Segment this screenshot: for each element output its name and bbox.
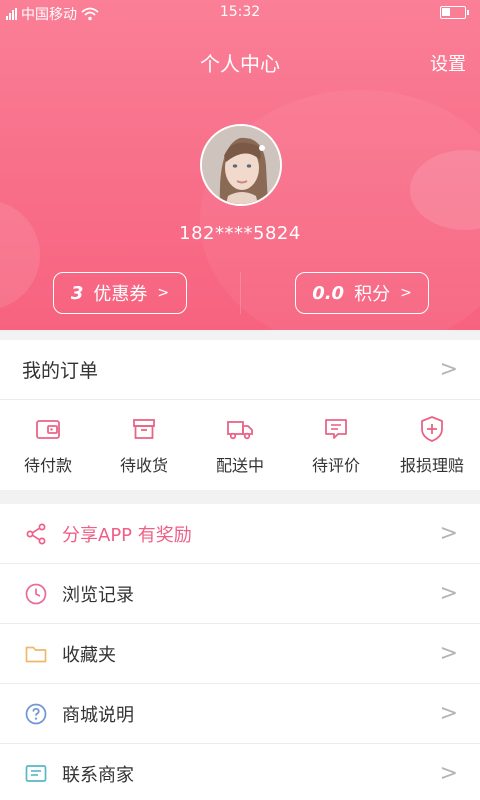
wallet-icon (36, 420, 60, 439)
my-orders-row[interactable]: 我的订单 > (0, 340, 480, 400)
chevron-right-icon: > (439, 521, 458, 546)
order-status-label: 待评价 (311, 456, 360, 475)
battery-icon (440, 6, 469, 19)
comment-icon (325, 419, 347, 439)
order-in-delivery[interactable]: 配送中 (192, 400, 288, 490)
profile-header: 中国移动 15:32 个人中心 设置 182****5824 3 优惠券 > 0… (0, 0, 480, 330)
status-time: 15:32 (219, 4, 261, 20)
avatar-image (202, 126, 280, 204)
order-status-label: 配送中 (215, 456, 264, 475)
chevron-right-icon: > (439, 357, 458, 382)
chevron-right-icon: > (439, 641, 458, 666)
menu-item-label: 商城说明 (62, 704, 134, 726)
divider (240, 272, 241, 314)
chevron-right-icon: > (439, 581, 458, 606)
menu-item-history[interactable]: 浏览记录 > (0, 564, 480, 624)
order-status-bar: 待付款 待收货 配送中 待评价 报损理赔 (0, 400, 480, 490)
menu-item-favorites[interactable]: 收藏夹 > (0, 624, 480, 684)
menu-item-label: 收藏夹 (62, 644, 116, 666)
avatar[interactable] (200, 124, 282, 206)
menu-item-label: 分享APP 有奖励 (62, 524, 192, 546)
menu-item-share[interactable]: 分享APP 有奖励 > (0, 504, 480, 564)
message-icon (25, 764, 47, 782)
chevron-right-icon: > (439, 701, 458, 726)
coupon-button[interactable]: 3 优惠券 > (53, 272, 187, 314)
chevron-right-icon: > (157, 285, 170, 301)
order-damage-claim[interactable]: 报损理赔 (384, 400, 480, 490)
shield-plus-icon (421, 416, 443, 442)
status-bar: 中国移动 15:32 (0, 0, 480, 26)
header-decoration (0, 200, 40, 310)
menu-item-label: 联系商家 (62, 764, 134, 786)
coupon-label: 优惠券 (93, 284, 148, 305)
chevron-right-icon: > (400, 285, 412, 301)
points-label: 积分 (354, 284, 391, 305)
box-icon (133, 419, 155, 439)
user-phone: 182****5824 (179, 223, 301, 244)
points-count: 0.0 (312, 282, 345, 304)
menu-item-label: 浏览记录 (62, 584, 134, 606)
order-status-label: 待付款 (23, 456, 72, 475)
order-status-label: 报损理赔 (399, 456, 464, 475)
settings-button[interactable]: 设置 (430, 50, 466, 76)
orders-section: 我的订单 > 待付款 待收货 配送中 待评价 报损理赔 (0, 340, 480, 490)
points-button[interactable]: 0.0 积分 > (295, 272, 429, 314)
question-icon (25, 703, 47, 724)
order-pending-receipt[interactable]: 待收货 (96, 400, 192, 490)
my-orders-title: 我的订单 (22, 360, 99, 382)
menu-list: 分享APP 有奖励 > 浏览记录 > 收藏夹 > 商城说明 > 联系商家 > (0, 504, 480, 800)
chevron-right-icon: > (439, 761, 458, 786)
order-status-label: 待收货 (119, 456, 168, 475)
order-pending-payment[interactable]: 待付款 (0, 400, 96, 490)
truck-icon (227, 421, 253, 440)
folder-icon (25, 646, 47, 662)
menu-item-mall-info[interactable]: 商城说明 > (0, 684, 480, 744)
coupon-count: 3 (70, 282, 84, 304)
share-icon (26, 523, 46, 544)
menu-item-contact-seller[interactable]: 联系商家 > (0, 744, 480, 800)
clock-icon (25, 583, 47, 604)
page-title: 个人中心 (200, 52, 280, 76)
order-pending-review[interactable]: 待评价 (288, 400, 384, 490)
